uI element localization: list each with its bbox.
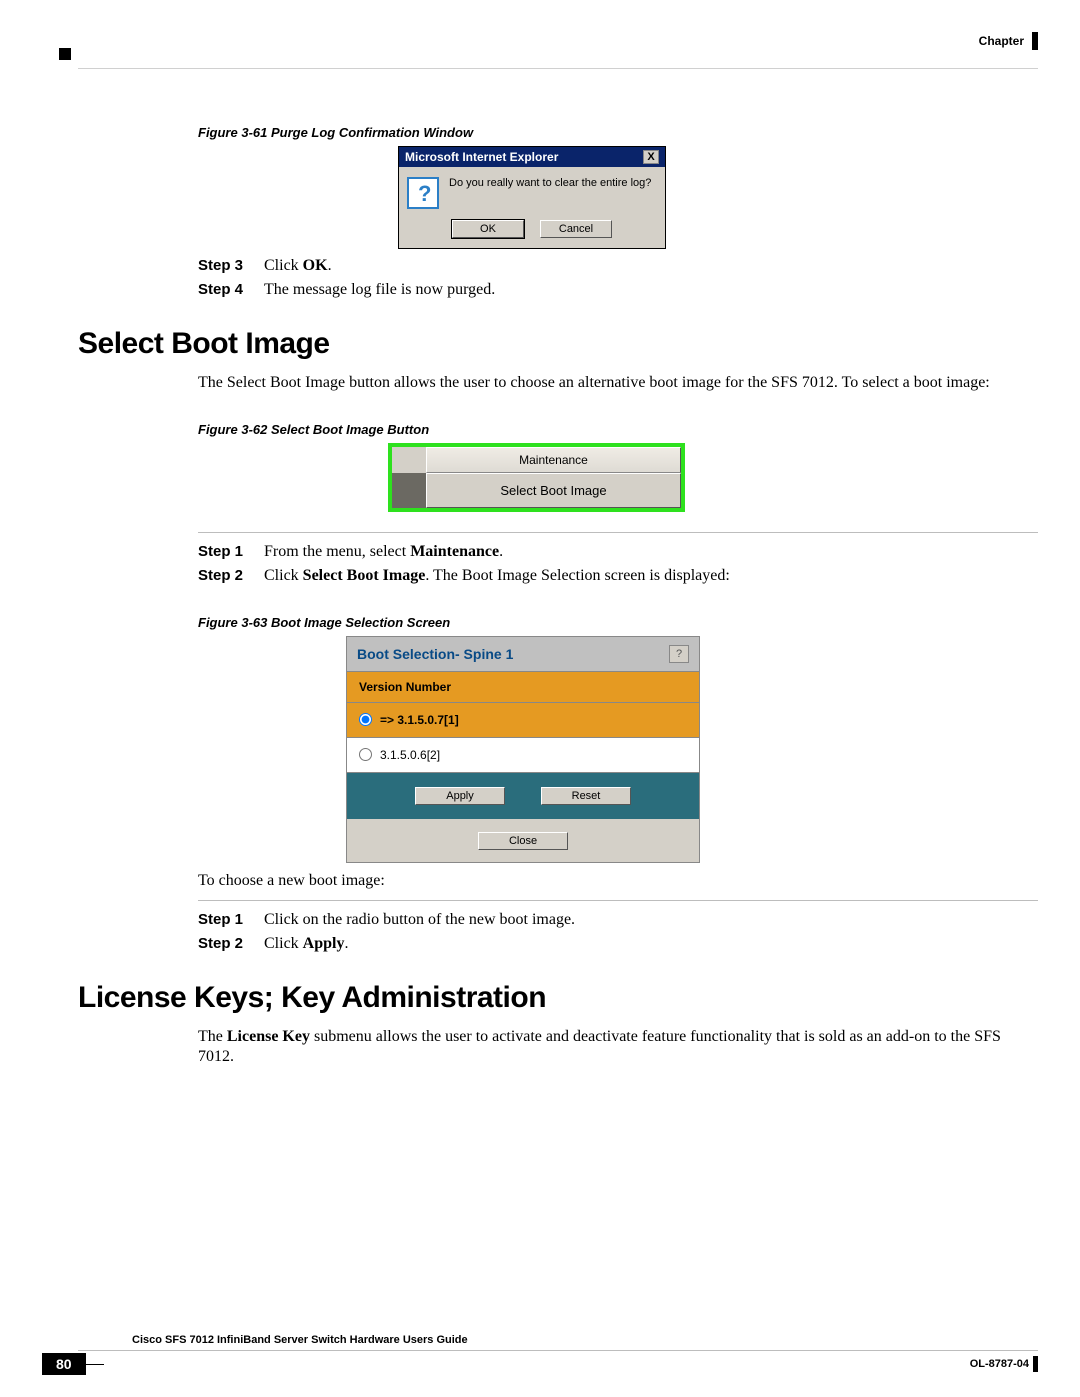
apply-button[interactable]: Apply	[415, 787, 505, 805]
reset-button[interactable]: Reset	[541, 787, 631, 805]
paragraph: The License Key submenu allows the user …	[78, 1027, 1038, 1069]
step-text: The message log file is now purged.	[264, 281, 495, 299]
boot-selection-dialog: Boot Selection- Spine 1 ? Version Number…	[346, 636, 700, 863]
header-bar-icon	[1032, 32, 1038, 50]
ok-button[interactable]: OK	[452, 220, 524, 238]
question-icon	[407, 177, 439, 209]
boot-option-1[interactable]: => 3.1.5.0.7[1]	[347, 703, 699, 738]
select-boot-button-figure: Maintenance Select Boot Image	[388, 443, 685, 512]
help-icon[interactable]: ?	[669, 645, 689, 663]
boot-option-1-radio[interactable]	[359, 713, 372, 726]
dialog-message: Do you really want to clear the entire l…	[449, 177, 651, 209]
dialog-title: Microsoft Internet Explorer	[405, 150, 558, 164]
page-number: 80	[42, 1353, 86, 1375]
select-boot-image-menu-item[interactable]: Select Boot Image	[426, 473, 681, 508]
paragraph: To choose a new boot image:	[78, 871, 1038, 892]
step-label: Step 1	[198, 543, 254, 561]
step-label: Step 4	[198, 281, 254, 299]
steps-block-b: Step 1 From the menu, select Maintenance…	[78, 543, 1038, 585]
page-tail-icon	[86, 1364, 104, 1365]
boot-option-1-label: => 3.1.5.0.7[1]	[380, 713, 459, 727]
page-footer: Cisco SFS 7012 InfiniBand Server Switch …	[42, 1334, 1038, 1375]
dialog-titlebar: Microsoft Internet Explorer X	[399, 147, 665, 167]
boot-option-2-label: 3.1.5.0.6[2]	[380, 748, 440, 762]
step-text: Click on the radio button of the new boo…	[264, 911, 575, 929]
purge-log-dialog: Microsoft Internet Explorer X Do you rea…	[398, 146, 666, 249]
footer-doc-title: Cisco SFS 7012 InfiniBand Server Switch …	[42, 1334, 1038, 1346]
chapter-label: Chapter	[979, 34, 1024, 48]
footer-rule	[78, 1350, 1038, 1351]
header-rule	[78, 68, 1038, 69]
boot-option-2-radio[interactable]	[359, 748, 372, 761]
section-heading-license-keys: License Keys; Key Administration	[78, 981, 1038, 1015]
boot-option-2[interactable]: 3.1.5.0.6[2]	[347, 738, 699, 773]
section-rule	[198, 532, 1038, 533]
step-text: Click Select Boot Image. The Boot Image …	[264, 567, 730, 585]
maintenance-menu-item[interactable]: Maintenance	[426, 447, 681, 473]
step-text: Click OK.	[264, 257, 332, 275]
figure-63-caption: Figure 3-63 Boot Image Selection Screen	[78, 615, 1038, 630]
dialog-title: Boot Selection- Spine 1	[357, 646, 513, 662]
close-button[interactable]: Close	[478, 832, 568, 850]
section-rule	[198, 900, 1038, 901]
page-header-right: Chapter	[979, 32, 1038, 50]
step-text: Click Apply.	[264, 935, 348, 953]
figure-61-caption: Figure 3-61 Purge Log Confirmation Windo…	[78, 125, 1038, 140]
step-label: Step 1	[198, 911, 254, 929]
step-label: Step 2	[198, 567, 254, 585]
section-heading-select-boot: Select Boot Image	[78, 327, 1038, 361]
square-bullet-icon	[59, 48, 71, 60]
version-number-header: Version Number	[347, 672, 699, 703]
dark-strip-icon	[392, 473, 426, 508]
figure-62-caption: Figure 3-62 Select Boot Image Button	[78, 422, 1038, 437]
doc-id: OL-8787-04	[970, 1356, 1038, 1372]
step-label: Step 3	[198, 257, 254, 275]
paragraph: The Select Boot Image button allows the …	[78, 373, 1038, 394]
steps-block-a: Step 3 Click OK. Step 4 The message log …	[78, 257, 1038, 299]
footer-bar-icon	[1033, 1356, 1038, 1372]
cancel-button[interactable]: Cancel	[540, 220, 612, 238]
close-icon[interactable]: X	[643, 150, 659, 164]
steps-block-c: Step 1 Click on the radio button of the …	[78, 911, 1038, 953]
step-text: From the menu, select Maintenance.	[264, 543, 503, 561]
step-label: Step 2	[198, 935, 254, 953]
